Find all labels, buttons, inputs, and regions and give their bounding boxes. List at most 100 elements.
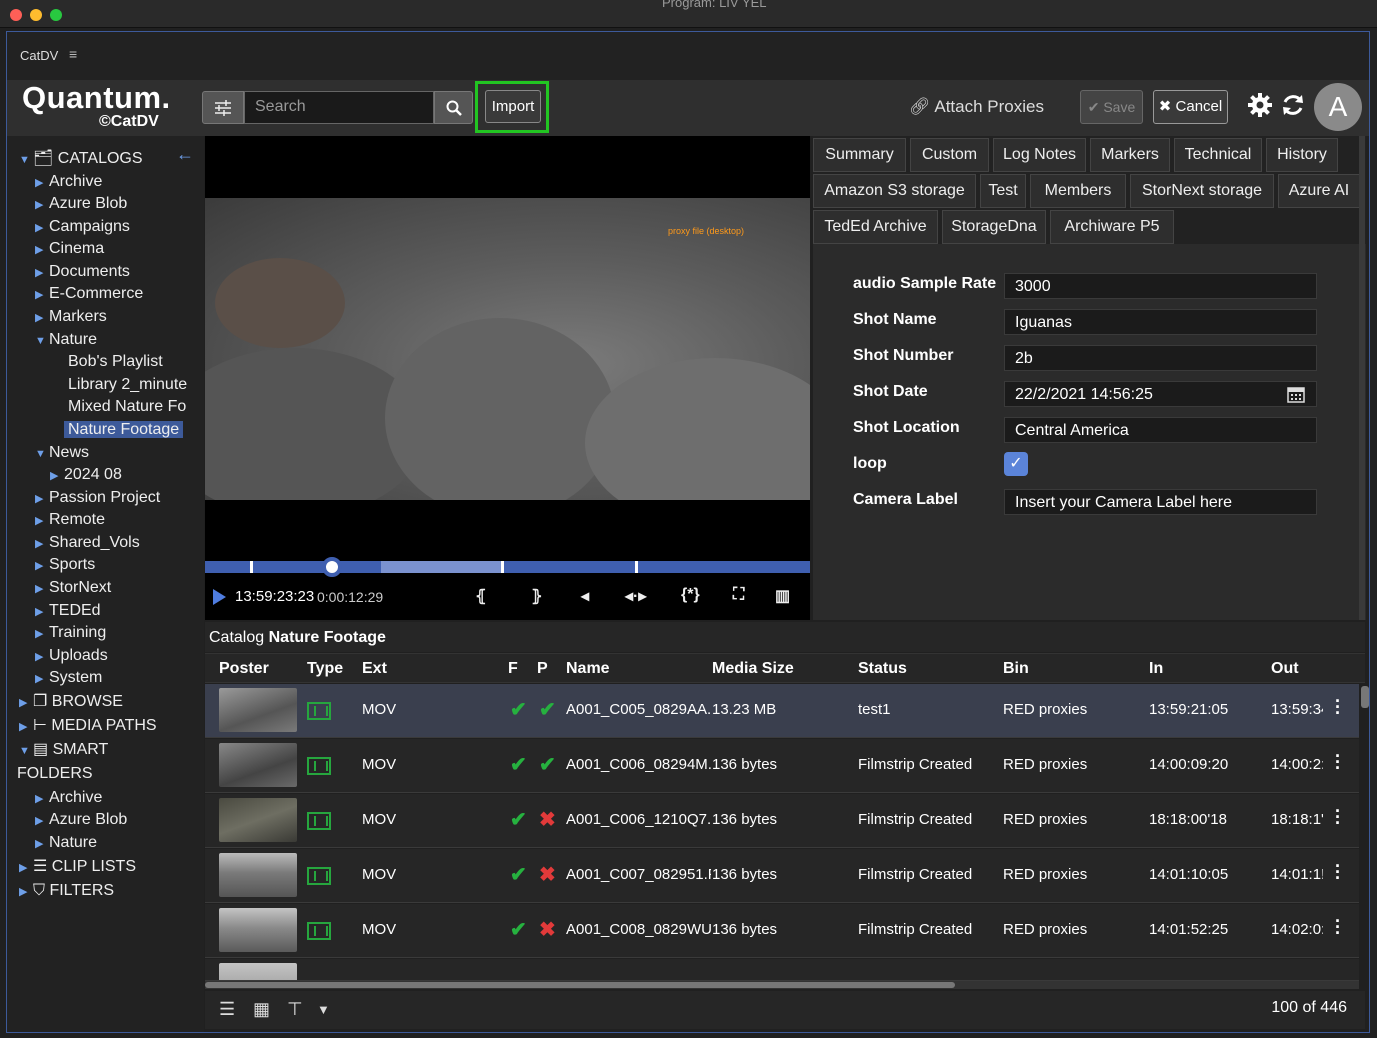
tab-members[interactable]: Members [1030, 174, 1126, 208]
camera-label-field[interactable]: Insert your Camera Label here [1004, 489, 1317, 515]
tab-stornext-storage[interactable]: StorNext storage [1130, 174, 1274, 208]
tree-item[interactable]: ▶ 2024 08 [50, 464, 122, 486]
close-window-button[interactable] [10, 9, 22, 21]
tree-item[interactable]: ▶ TEDEd [35, 600, 101, 622]
tree-smart-folders[interactable]: ▼ ▤ SMART [19, 739, 108, 761]
tree-item[interactable]: Bob's Playlist [68, 351, 163, 373]
filmstrip-view-icon[interactable]: ⊤ [287, 999, 303, 1020]
col-status[interactable]: Status [858, 660, 907, 678]
horizontal-scrollbar[interactable] [205, 981, 1359, 989]
tab-azure-ai[interactable]: Azure AI [1278, 174, 1360, 208]
tab-markers[interactable]: Markers [1090, 138, 1170, 172]
tree-item[interactable]: ▶ Passion Project [35, 487, 160, 509]
user-avatar[interactable]: A [1314, 83, 1362, 131]
tab-history[interactable]: History [1266, 138, 1338, 172]
tree-item[interactable]: Mixed Nature Fo [68, 396, 186, 418]
col-type[interactable]: Type [307, 660, 343, 678]
tree-item[interactable]: ▶ Azure Blob [35, 809, 127, 831]
tab-archiware-p5[interactable]: Archiware P5 [1050, 210, 1174, 244]
attach-proxies-button[interactable]: 🔗︎ Attach Proxies [909, 97, 1044, 117]
col-ext[interactable]: Ext [362, 660, 387, 678]
tree-item[interactable]: ▶ Documents [35, 261, 130, 283]
tree-item[interactable]: ▶ System [35, 667, 102, 689]
zoom-window-button[interactable] [50, 9, 62, 21]
play-icon[interactable] [213, 589, 226, 605]
collapse-sidebar-icon[interactable]: ← [176, 144, 194, 165]
view-dropdown-icon[interactable]: ▼ [317, 1002, 330, 1017]
tree-item[interactable]: ▶ Campaigns [35, 216, 130, 238]
mark-out-icon[interactable]: ⦄ [531, 586, 543, 606]
tree-item[interactable]: ▶ Archive [35, 787, 102, 809]
row-menu-icon[interactable]: · · · [1335, 802, 1341, 832]
row-menu-icon[interactable]: · · · [1335, 692, 1341, 722]
col-in[interactable]: In [1149, 660, 1163, 678]
row-menu-icon[interactable]: · · · [1335, 857, 1341, 887]
search-button[interactable] [434, 91, 473, 124]
tree-media-paths[interactable]: ▶ ⊢ MEDIA PATHS [19, 715, 157, 737]
gear-icon[interactable] [1247, 92, 1273, 118]
tab-custom[interactable]: Custom [910, 138, 989, 172]
filter-settings-button[interactable] [202, 91, 244, 124]
tree-item-news[interactable]: ▼ News [35, 442, 89, 464]
fullscreen-icon[interactable]: ⛶ [733, 586, 744, 604]
row-menu-icon[interactable]: · · · [1335, 912, 1341, 942]
tree-item[interactable]: ▶ Sports [35, 554, 95, 576]
step-back-icon[interactable]: ◂ [581, 586, 589, 606]
shot-name-field[interactable]: Iguanas [1004, 309, 1317, 335]
tree-item[interactable]: ▶ Azure Blob [35, 193, 127, 215]
col-out[interactable]: Out [1271, 660, 1299, 678]
scroll-thumb[interactable] [205, 982, 955, 988]
playhead-knob[interactable] [322, 557, 342, 577]
tree-item[interactable]: ▶ Cinema [35, 238, 104, 260]
table-row[interactable]: MOV ✔ ✖ A001_C008_0829WU. 136 bytes Film… [205, 904, 1359, 958]
loop-checkbox[interactable]: ✓ [1004, 452, 1028, 476]
col-bin[interactable]: Bin [1003, 660, 1029, 678]
tree-item-nature-footage-selected[interactable]: Nature Footage [64, 419, 184, 441]
tree-item[interactable]: ▶ Nature [35, 832, 97, 854]
list-view-icon[interactable]: ☰ [219, 999, 235, 1020]
col-media-size[interactable]: Media Size [712, 660, 794, 678]
play-range-icon[interactable]: {*} [681, 586, 700, 604]
tree-item-nature[interactable]: ▼ Nature [35, 329, 97, 351]
save-button[interactable]: ✔ Save [1080, 90, 1143, 124]
table-row[interactable]: MOV ✔ ✔ A001_C006_08294M. 136 bytes Film… [205, 739, 1359, 793]
refresh-icon[interactable] [1280, 92, 1306, 118]
tab-log-notes[interactable]: Log Notes [993, 138, 1086, 172]
expand-range-icon[interactable]: ◂·▸ [625, 586, 646, 606]
tab-summary[interactable]: Summary [813, 138, 906, 172]
tree-item[interactable]: ▶ Archive [35, 171, 102, 193]
fields-scrollbar[interactable] [1359, 136, 1365, 620]
minimize-window-button[interactable] [30, 9, 42, 21]
search-input[interactable]: Search [244, 91, 434, 124]
table-row[interactable]: MOV ✔ ✖ A001_C006_1210Q7.I 136 bytes Fil… [205, 794, 1359, 848]
hamburger-menu-icon[interactable]: ≡ [69, 46, 77, 62]
tree-filters[interactable]: ▶ ⛉ FILTERS [19, 880, 114, 902]
table-row-selected[interactable]: MOV ✔ ✔ A001_C005_0829AA.I 13.23 MB test… [205, 684, 1359, 738]
tree-item[interactable]: ▶ Markers [35, 306, 107, 328]
audio-sample-rate-field[interactable]: 3000 [1004, 273, 1317, 299]
col-name[interactable]: Name [566, 660, 610, 678]
shot-number-field[interactable]: 2b [1004, 345, 1317, 371]
tree-item[interactable]: ▶ E-Commerce [35, 283, 143, 305]
audio-levels-icon[interactable]: ▥ [775, 586, 790, 606]
table-row-partial[interactable] [205, 959, 1359, 981]
grid-view-icon[interactable]: ▦ [253, 999, 270, 1020]
row-menu-icon[interactable]: · · · [1335, 747, 1341, 777]
shot-location-field[interactable]: Central America [1004, 417, 1317, 443]
table-row[interactable]: MOV ✔ ✖ A001_C007_082951.F 136 bytes Fil… [205, 849, 1359, 903]
col-poster[interactable]: Poster [219, 660, 269, 678]
tree-item[interactable]: ▶ Shared_Vols [35, 532, 140, 554]
col-p[interactable]: P [537, 660, 548, 678]
tree-catalogs[interactable]: ▼ 🗂︎ CATALOGS [19, 148, 143, 170]
tab-test[interactable]: Test [980, 174, 1026, 208]
video-frame[interactable]: proxy file (desktop) [205, 198, 810, 500]
tree-browse[interactable]: ▶ ❐ BROWSE [19, 691, 123, 713]
tab-teded-archive[interactable]: TedEd Archive [813, 210, 938, 244]
mark-in-icon[interactable]: ⦃ [475, 586, 487, 606]
tree-item[interactable]: ▶ Training [35, 622, 106, 644]
col-f[interactable]: F [508, 660, 518, 678]
tab-storagedna[interactable]: StorageDna [942, 210, 1046, 244]
tab-amazon-s3[interactable]: Amazon S3 storage [813, 174, 976, 208]
tree-item[interactable]: ▶ Remote [35, 509, 105, 531]
timeline-scrubber[interactable] [205, 557, 810, 577]
